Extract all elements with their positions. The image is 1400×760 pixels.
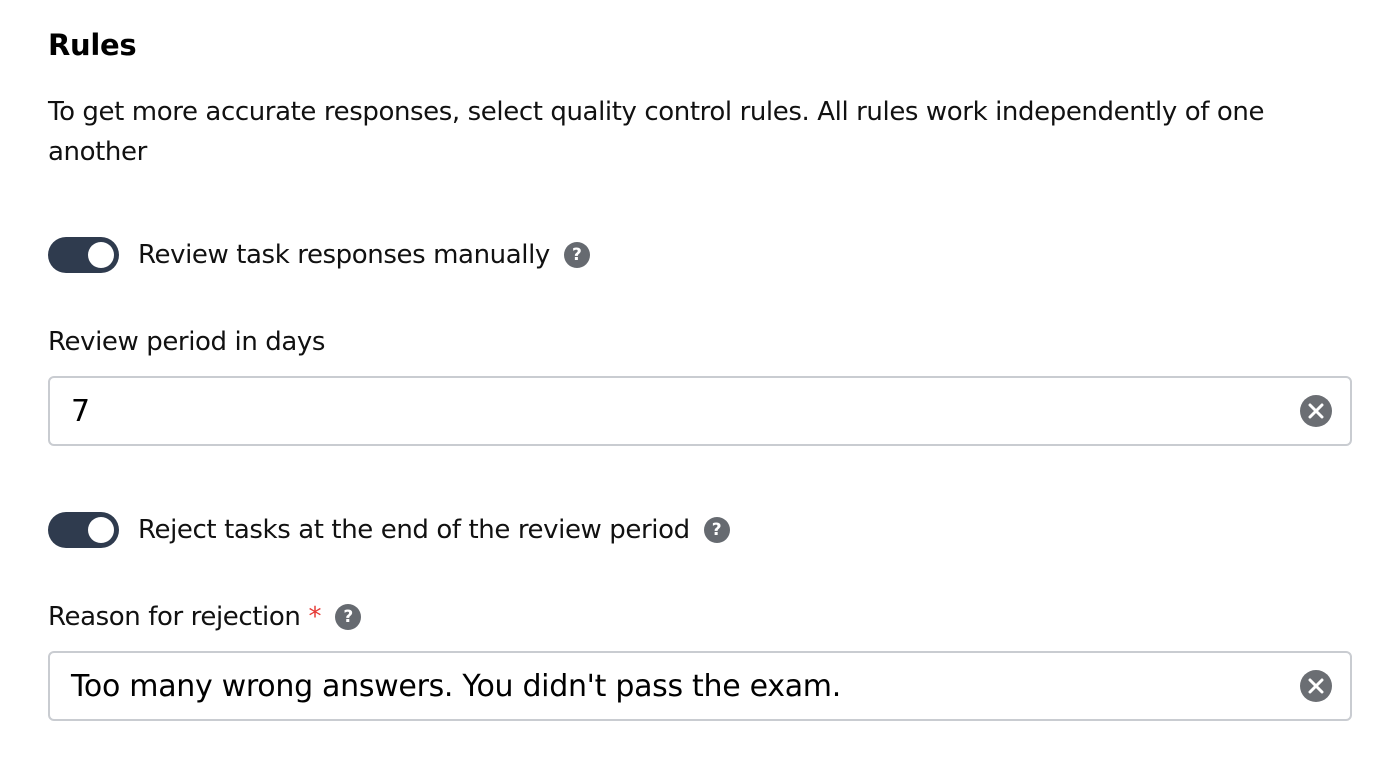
review-period-value[interactable]: 7: [71, 394, 1300, 429]
toggle-knob: [88, 517, 114, 543]
review-period-label: Review period in days: [48, 327, 325, 357]
required-asterisk: *: [308, 602, 322, 632]
section-title: Rules: [48, 28, 137, 62]
question-circle-icon[interactable]: ?: [703, 517, 730, 543]
reject-at-end-row: Reject tasks at the end of the review pe…: [48, 510, 730, 550]
rules-section: Rules To get more accurate responses, se…: [0, 0, 1400, 760]
rejection-reason-label-text: Reason for rejection: [48, 602, 301, 632]
reject-at-end-toggle[interactable]: [48, 512, 119, 548]
rejection-reason-label: Reason for rejection * ?: [48, 602, 362, 632]
toggle-knob: [88, 242, 114, 268]
manual-review-toggle[interactable]: [48, 237, 119, 273]
rejection-reason-input[interactable]: Too many wrong answers. You didn't pass …: [48, 651, 1352, 721]
reject-at-end-label: Reject tasks at the end of the review pe…: [138, 515, 690, 545]
rejection-reason-value[interactable]: Too many wrong answers. You didn't pass …: [71, 669, 1300, 704]
manual-review-label: Review task responses manually: [138, 240, 550, 270]
question-circle-icon[interactable]: ?: [335, 604, 362, 630]
clear-x-circle-icon[interactable]: [1300, 395, 1332, 427]
section-description: To get more accurate responses, select q…: [48, 97, 1265, 167]
review-period-label-text: Review period in days: [48, 327, 326, 357]
review-period-input[interactable]: 7: [48, 376, 1352, 446]
question-circle-icon[interactable]: ?: [563, 242, 590, 268]
clear-x-circle-icon[interactable]: [1300, 670, 1332, 702]
manual-review-row: Review task responses manually ?: [48, 235, 590, 275]
